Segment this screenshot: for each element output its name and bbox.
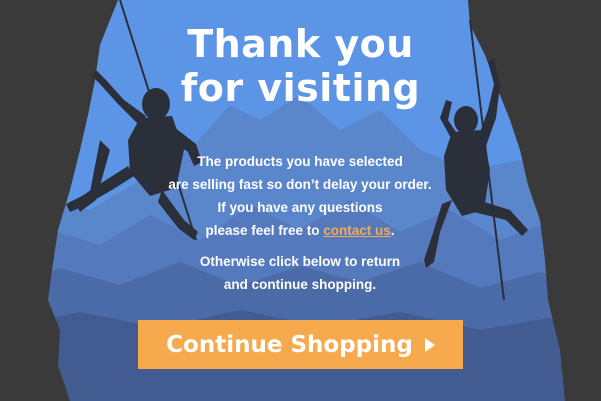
title-line-2: for visiting: [180, 66, 421, 110]
continue-shopping-label: Continue Shopping: [166, 331, 413, 358]
page-title: Thank you for visiting: [0, 22, 601, 110]
message-line-1: The products you have selected: [197, 154, 403, 169]
continue-shopping-button[interactable]: Continue Shopping: [138, 320, 463, 369]
message-paragraph: The products you have selected are selli…: [100, 150, 500, 242]
play-arrow-icon: [424, 337, 435, 352]
message-line-4-prefix: please feel free to: [205, 223, 324, 238]
message-line-4-suffix: .: [390, 223, 395, 238]
title-line-1: Thank you: [187, 22, 414, 66]
content-overlay: Thank you for visiting The products you …: [0, 0, 601, 401]
thank-you-banner: Thank you for visiting The products you …: [0, 0, 601, 401]
return-paragraph: Otherwise click below to return and cont…: [100, 250, 500, 296]
message-line-4: please feel free to contact us.: [100, 219, 500, 242]
message-line-2: are selling fast so don’t delay your ord…: [168, 177, 432, 192]
contact-us-link[interactable]: contact us: [323, 223, 391, 238]
return-line-2: and continue shopping.: [223, 277, 377, 292]
return-line-1: Otherwise click below to return: [199, 254, 401, 269]
message-line-3: If you have any questions: [217, 200, 383, 215]
